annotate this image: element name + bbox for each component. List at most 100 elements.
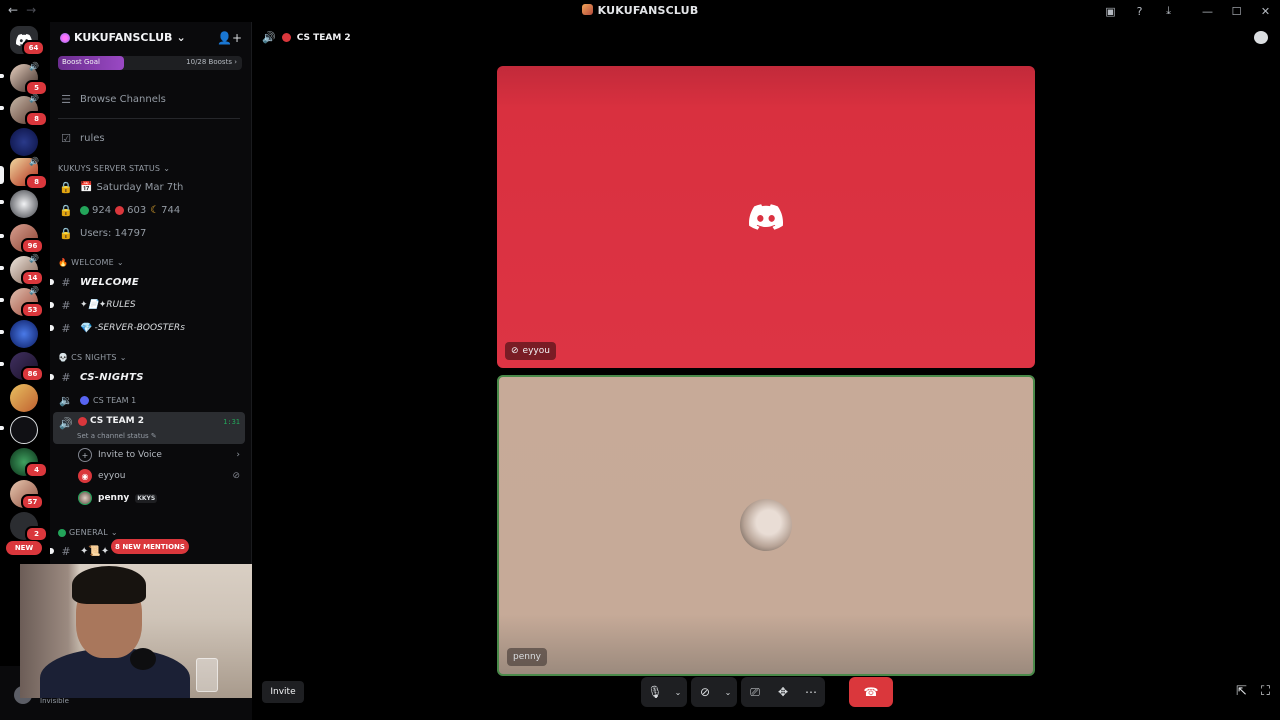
microphone-icon[interactable]: 🎙 <box>641 677 669 707</box>
pop-out-icon[interactable]: ⇱ <box>1236 684 1247 699</box>
channel-server-boosters[interactable]: # 💎 -SERVER-BOOSTERs <box>50 318 248 338</box>
server-badge: 2 <box>25 526 48 542</box>
video-tile-penny[interactable]: penny <box>497 375 1035 676</box>
maximize-icon[interactable]: ☐ <box>1222 0 1251 22</box>
unread-dot <box>50 279 54 285</box>
server-icon[interactable] <box>10 320 38 348</box>
hash-icon: # <box>61 544 71 558</box>
unread-dot <box>50 325 54 331</box>
server-icon[interactable] <box>10 384 38 412</box>
unread-dot <box>50 374 54 380</box>
speaker-icon: 🔊 <box>59 417 73 430</box>
minimize-icon[interactable]: — <box>1193 0 1222 22</box>
server-logo-icon <box>581 4 593 15</box>
disconnect-button[interactable]: ☎ <box>849 677 893 707</box>
server-badge: 57 <box>21 494 44 510</box>
lock-icon: 🔒 <box>59 226 73 240</box>
channel-title: CS TEAM 2 <box>296 32 351 43</box>
voice-member[interactable]: penny KKYS <box>78 489 240 507</box>
channel-rules-2-label: ✦📄✦RULES <box>80 300 136 310</box>
calendar-icon: 📅 <box>80 181 93 193</box>
voice-channel-team2-active[interactable]: 🔊 CS TEAM 2 1:31 Set a channel status ✎ <box>53 412 245 444</box>
channel-date[interactable]: 🔒 📅 Saturday Mar 7th <box>58 177 248 197</box>
invite-member-icon[interactable]: 👤+ <box>217 31 242 45</box>
server-icon[interactable] <box>10 128 38 156</box>
browse-channels[interactable]: ☰ Browse Channels <box>58 89 248 109</box>
window-title-text: KUKUFANSCLUB <box>597 4 699 17</box>
server-header[interactable]: KUKUFANSCLUB ⌄ 👤+ <box>50 22 252 56</box>
screen-share-icon[interactable]: ⎚ <box>741 677 769 707</box>
voice-speaker-icon: 🔊 <box>29 286 39 295</box>
divider <box>58 118 240 119</box>
server-badge: 86 <box>21 366 44 382</box>
fullscreen-icon[interactable]: ⛶ <box>1261 684 1270 699</box>
voice-speaker-icon: 🔊 <box>29 254 39 263</box>
download-icon[interactable]: ⤓ <box>1154 0 1183 22</box>
team2-label: CS TEAM 2 <box>90 416 144 426</box>
channel-rules-2[interactable]: # ✦📄✦RULES <box>50 295 248 315</box>
unread-pill <box>0 74 4 78</box>
deafened-icon: ⊘ <box>232 471 240 481</box>
channel-cs-nights[interactable]: # CS-NIGHTS <box>50 367 248 387</box>
camera-control-group: ⊘ ⌄ <box>691 677 737 707</box>
chevron-down-icon: ⌄ <box>176 31 186 44</box>
hash-icon: # <box>61 321 71 335</box>
avatar: ◉ <box>78 469 92 483</box>
invite-to-voice[interactable]: + Invite to Voice › <box>78 446 240 464</box>
channel-cs-nights-label: CS-NIGHTS <box>80 371 144 383</box>
online-moon-count: 744 <box>161 204 181 216</box>
fire-icon: 🔥 <box>58 258 69 267</box>
boost-gem-icon <box>60 32 70 43</box>
unread-pill <box>0 234 4 238</box>
invite-button[interactable]: Invite <box>262 681 304 703</box>
skull-icon: 💀 <box>58 353 69 362</box>
lock-icon: 🔒 <box>59 203 73 217</box>
category-welcome[interactable]: 🔥 WELCOME ⌄ <box>58 258 124 267</box>
video-tile-eyyou[interactable]: ⊘ eyyou <box>497 66 1035 368</box>
channel-users[interactable]: 🔒 Users: 14797 <box>58 223 248 243</box>
participant-name: penny <box>513 652 541 662</box>
green-circle-icon <box>80 205 89 215</box>
team2-title: CS TEAM 2 <box>78 416 144 426</box>
unread-pill <box>0 330 4 334</box>
close-icon[interactable]: ✕ <box>1251 0 1280 22</box>
channel-rules[interactable]: ☑ rules <box>58 128 248 148</box>
diamond-icon: 💎 <box>80 322 93 334</box>
hash-icon: # <box>61 298 71 312</box>
red-circle-icon <box>115 205 125 215</box>
inbox-icon[interactable]: ▣ <box>1096 0 1125 22</box>
category-cs-nights[interactable]: 💀 CS NIGHTS ⌄ <box>58 353 127 362</box>
new-unreads-pill[interactable]: NEW <box>6 541 42 555</box>
server-badge: 14 <box>21 270 44 286</box>
activity-control-group: ⎚ ✥ ⋯ <box>741 677 825 707</box>
call-controls: 🎙 ⌄ ⊘ ⌄ ⎚ ✥ ⋯ ☎ <box>641 677 893 707</box>
unread-pill <box>0 106 4 110</box>
channel-welcome[interactable]: # WELCOME <box>50 272 248 292</box>
member-tag: KKYS <box>135 493 158 503</box>
category-general[interactable]: GENERAL ⌄ <box>58 528 118 537</box>
window-title: KUKUFANSCLUB <box>0 4 1280 17</box>
webcam-overlay <box>20 564 257 698</box>
online-green-count: 924 <box>92 204 112 216</box>
boost-goal-bar[interactable]: Boost Goal 10/28 Boosts › <box>58 56 242 70</box>
unread-pill <box>0 266 4 270</box>
chevron-down-icon[interactable]: ⌄ <box>719 677 737 707</box>
channel-header: 🔊 CS TEAM 2 <box>262 31 351 44</box>
more-options-icon[interactable]: ⋯ <box>797 677 825 707</box>
chevron-down-icon[interactable]: ⌄ <box>669 677 687 707</box>
help-icon[interactable]: ? <box>1125 0 1154 22</box>
server-icon[interactable] <box>10 416 38 444</box>
channel-online-counts[interactable]: 🔒 924 603 ☾ 744 <box>58 200 248 220</box>
server-name[interactable]: KUKUFANSCLUB ⌄ <box>60 31 186 44</box>
category-server-status[interactable]: KUKUYS SERVER STATUS ⌄ <box>58 164 170 173</box>
set-channel-status[interactable]: Set a channel status ✎ <box>77 432 157 440</box>
server-icon[interactable] <box>10 190 38 218</box>
camera-off-icon[interactable]: ⊘ <box>691 677 719 707</box>
chat-icon[interactable] <box>1254 31 1268 44</box>
voice-channel-team1[interactable]: 🔉 CS TEAM 1 <box>58 390 248 410</box>
view-controls: ⇱ ⛶ <box>1236 684 1270 699</box>
new-mentions-pill[interactable]: 8 NEW MENTIONS <box>111 539 189 554</box>
activities-icon[interactable]: ✥ <box>769 677 797 707</box>
discord-logo-icon <box>749 204 783 230</box>
voice-member[interactable]: ◉ eyyou ⊘ <box>78 467 240 485</box>
